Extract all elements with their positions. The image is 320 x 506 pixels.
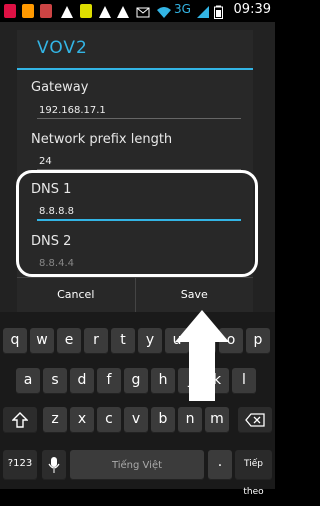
cancel-button[interactable]: Cancel [17,278,135,312]
key-m[interactable]: m [205,407,229,433]
status-bar: 3G 09:39 [0,0,275,22]
key-a[interactable]: a [16,368,40,394]
key-x[interactable]: x [70,407,94,433]
signal-icon [196,4,210,18]
up-arrow-annotation [175,310,229,401]
dialog-button-bar: Cancel Save [17,277,253,312]
dns-highlight-box [16,170,258,277]
prefix-length-field[interactable]: 24 [39,156,52,167]
key-t[interactable]: t [111,328,135,354]
next-key[interactable]: Tiếp theo [235,450,272,497]
gateway-label: Gateway [31,80,89,95]
warning-icon [98,4,112,18]
network-type: 3G [174,2,191,16]
key-q[interactable]: q [3,328,27,354]
key-n[interactable]: n [178,407,202,433]
backspace-icon [245,413,265,427]
battery-icon [214,4,223,19]
wifi-icon [156,4,172,18]
key-s[interactable]: s [43,368,67,394]
prefix-length-label: Network prefix length [31,132,173,147]
backspace-key[interactable] [238,407,272,433]
key-c[interactable]: c [97,407,121,433]
period-key[interactable]: . [208,450,232,480]
gateway-field[interactable]: 192.168.17.1 [39,105,106,116]
key-g[interactable]: g [124,368,148,394]
gateway-underline [37,118,241,119]
key-f[interactable]: f [97,368,121,394]
key-w[interactable]: w [30,328,54,354]
warning-icon [60,4,74,18]
app-icon-4 [80,4,92,18]
clock: 09:39 [233,2,271,17]
symbols-key[interactable]: ?123 [3,450,37,480]
mail-icon [136,4,150,18]
space-key-label: Tiếng Việt [111,460,163,471]
shift-icon [11,412,29,428]
key-l[interactable]: l [232,368,256,394]
key-b[interactable]: b [151,407,175,433]
save-button[interactable]: Save [134,278,254,312]
microphone-icon [48,457,60,473]
key-v[interactable]: v [124,407,148,433]
keyboard: q w e r t y u i o p a s d f g h j k l z … [0,312,275,497]
key-e[interactable]: e [57,328,81,354]
app-icon-2 [22,4,34,18]
key-d[interactable]: d [70,368,94,394]
shift-key[interactable] [3,407,37,433]
app-icon-1 [4,4,16,18]
voice-input-key[interactable] [42,450,66,480]
key-p[interactable]: p [246,328,270,354]
warning-icon [116,4,130,18]
key-y[interactable]: y [138,328,162,354]
key-r[interactable]: r [84,328,108,354]
dialog-title: VOV2 [37,38,88,58]
space-key[interactable]: Tiếng Việt [70,450,204,480]
key-z[interactable]: z [43,407,67,433]
title-divider [17,68,253,70]
app-icon-3 [40,4,52,18]
